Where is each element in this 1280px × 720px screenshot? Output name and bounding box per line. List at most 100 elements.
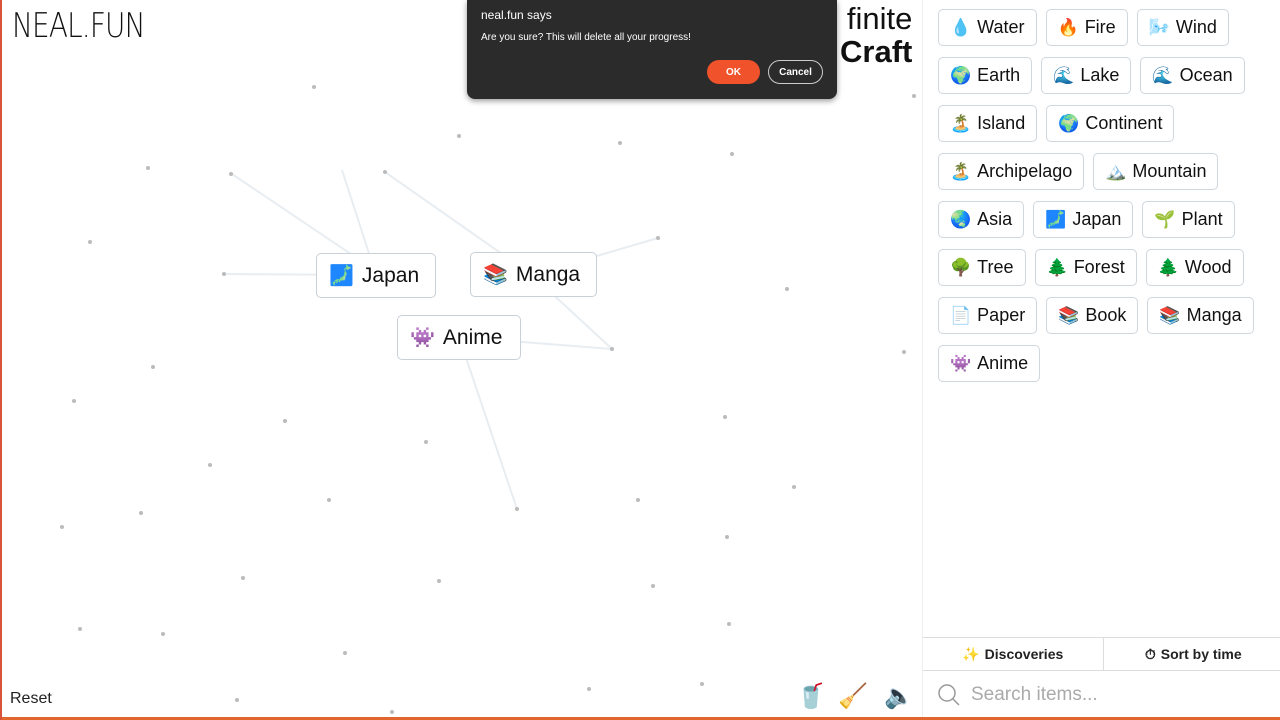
sidebar-item-manga[interactable]: 📚 Manga (1147, 297, 1254, 334)
sound-icon[interactable]: 🔈 (884, 682, 914, 711)
background-dot (651, 584, 655, 588)
background-dot (700, 682, 704, 686)
item-label: Japan (361, 263, 420, 287)
reset-button[interactable]: Reset (10, 690, 52, 708)
discoveries-button[interactable]: ✨ Discoveries (923, 638, 1103, 670)
canvas-item-manga[interactable]: 📚 Manga (470, 252, 597, 297)
item-label: Tree (977, 257, 1014, 277)
sidebar-item-japan[interactable]: 🗾 Japan (1033, 201, 1134, 238)
canvas-item-japan[interactable]: 🗾 Japan (316, 253, 436, 298)
background-dot (327, 498, 331, 502)
discoveries-label: Discoveries (984, 646, 1064, 662)
sidebar-item-mountain[interactable]: 🏔️ Mountain (1093, 153, 1219, 190)
item-label: Wind (1175, 17, 1217, 37)
sidebar-item-asia[interactable]: 🌏 Asia (938, 201, 1025, 238)
background-dots (60, 85, 916, 714)
title-line1: finite (846, 1, 913, 36)
sidebar-item-tree[interactable]: 🌳 Tree (938, 249, 1026, 286)
background-dot (222, 272, 226, 276)
sidebar-item-fire[interactable]: 🔥 Fire (1045, 9, 1128, 46)
background-dot (235, 698, 239, 702)
sidebar-item-anime[interactable]: 👾 Anime (938, 345, 1041, 382)
sidebar-item-continent[interactable]: 🌍 Continent (1046, 105, 1175, 142)
sidebar-item-wood[interactable]: 🌲 Wood (1145, 249, 1244, 286)
item-label: Manga (515, 262, 581, 286)
sidebar-item-paper[interactable]: 📄 Paper (938, 297, 1038, 334)
item-emoji-icon: 🔥 (1057, 17, 1079, 37)
background-dot (383, 170, 387, 174)
background-dot (88, 240, 92, 244)
background-dot (792, 485, 796, 489)
background-dot (151, 365, 155, 369)
sidebar-item-lake[interactable]: 🌊 Lake (1041, 57, 1132, 94)
japan-icon: 🗾 (329, 265, 354, 287)
item-label: Archipelago (977, 161, 1073, 181)
item-label: Earth (977, 65, 1021, 85)
item-label: Book (1085, 305, 1127, 325)
item-label: Mountain (1132, 161, 1207, 181)
background-dot (656, 236, 660, 240)
background-dot (229, 172, 233, 176)
background-dot (610, 347, 614, 351)
item-emoji-icon: 📄 (950, 305, 972, 325)
item-emoji-icon: 🌱 (1154, 209, 1176, 229)
item-emoji-icon: 🌳 (950, 257, 972, 277)
sort-button[interactable]: ⏱ Sort by time (1102, 638, 1280, 670)
infinite-craft-title: finite Craft (840, 2, 912, 68)
search-input[interactable] (971, 683, 1271, 706)
item-label: Wood (1184, 257, 1232, 277)
title-line2: Craft (840, 34, 913, 69)
item-emoji-icon: 🗾 (1045, 209, 1067, 229)
sidebar-item-ocean[interactable]: 🌊 Ocean (1140, 57, 1245, 94)
item-label: Paper (977, 305, 1026, 325)
ok-button[interactable]: OK (707, 60, 760, 84)
background-dot (424, 440, 428, 444)
background-dot (457, 134, 461, 138)
neal-fun-logo[interactable]: NEAL.FUN (12, 6, 146, 46)
sort-label: Sort by time (1160, 646, 1242, 662)
sidebar-item-archipelago[interactable]: 🏝️ Archipelago (938, 153, 1085, 190)
dialog-message: Are you sure? This will delete all your … (481, 32, 691, 43)
craft-canvas[interactable]: NEAL.FUN finite Craft 🗾 Japan 📚 Manga 👾 Anim… (2, 0, 922, 720)
background-dot (727, 622, 731, 626)
item-emoji-icon: 🌍 (1058, 113, 1080, 133)
background-dot (283, 419, 287, 423)
item-emoji-icon: 🌲 (1046, 257, 1068, 277)
sidebar-item-water[interactable]: 💧 Water (938, 9, 1037, 46)
item-label: Asia (977, 209, 1013, 229)
background-dot (587, 687, 591, 691)
cancel-button[interactable]: Cancel (768, 60, 823, 84)
background-dot (902, 350, 906, 354)
item-emoji-icon: 🌏 (950, 209, 972, 229)
coffee-icon[interactable]: 🥤 (796, 682, 826, 711)
broom-icon[interactable]: 🧹 (838, 682, 868, 711)
background-dot (390, 710, 394, 714)
item-label: Plant (1181, 209, 1223, 229)
sidebar-item-wind[interactable]: 🌬️ Wind (1136, 9, 1229, 46)
item-label: Forest (1073, 257, 1125, 277)
item-emoji-icon: 🌊 (1053, 65, 1075, 85)
background-dot (618, 141, 622, 145)
item-emoji-icon: 🌲 (1157, 257, 1179, 277)
sidebar-item-plant[interactable]: 🌱 Plant (1142, 201, 1235, 238)
background-dot (730, 152, 734, 156)
background-dot (208, 463, 212, 467)
sidebar-item-book[interactable]: 📚 Book (1046, 297, 1139, 334)
background-dot (241, 576, 245, 580)
background-dot (437, 579, 441, 583)
background-dot (725, 535, 729, 539)
item-list: 💧 Water 🔥 Fire 🌬️ Wind 🌍 Earth 🌊 Lake 🌊 Ocean 🏝️ Isla… (923, 0, 1280, 391)
sidebar-item-forest[interactable]: 🌲 Forest (1034, 249, 1137, 286)
item-emoji-icon: 👾 (950, 353, 972, 373)
item-label: Anime (977, 353, 1029, 373)
item-emoji-icon: 💧 (950, 17, 972, 37)
sidebar-item-island[interactable]: 🏝️ Island (938, 105, 1038, 142)
canvas-item-anime[interactable]: 👾 Anime (397, 315, 521, 360)
background-dot (139, 511, 143, 515)
sidebar-item-earth[interactable]: 🌍 Earth (938, 57, 1033, 94)
item-emoji-icon: 🏝️ (950, 161, 972, 181)
item-emoji-icon: 📚 (1058, 305, 1080, 325)
item-emoji-icon: 🌍 (950, 65, 972, 85)
background-dot (515, 507, 519, 511)
item-label: Ocean (1179, 65, 1233, 85)
